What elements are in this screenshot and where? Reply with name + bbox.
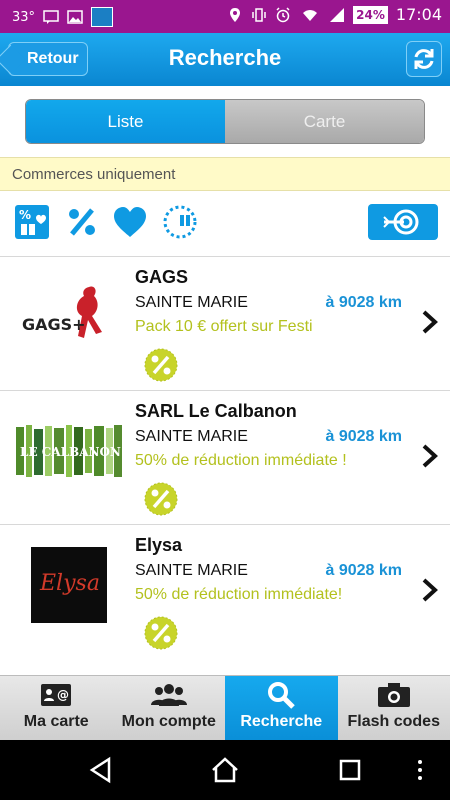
tab-ma-carte[interactable]: @ Ma carte	[0, 676, 113, 740]
tab-recherche[interactable]: Recherche	[225, 676, 338, 740]
list-view-tab[interactable]: Liste	[26, 100, 225, 143]
merchant-offer: 50% de réduction immédiate !	[135, 452, 347, 469]
discount-badge-icon	[144, 348, 178, 382]
merchant-offer: Pack 10 € offert sur Festi	[135, 318, 313, 335]
status-bar: 33° 24% 17:04	[0, 0, 450, 33]
app-icon	[91, 7, 114, 27]
tab-flash-codes[interactable]: Flash codes	[338, 676, 450, 740]
chevron-right-icon	[422, 310, 438, 334]
map-view-tab[interactable]: Carte	[225, 100, 424, 143]
gift-heart-filter[interactable]: %	[12, 202, 52, 242]
tab-label: Ma carte	[23, 713, 89, 730]
tab-label: Recherche	[240, 713, 323, 730]
recents-icon[interactable]	[334, 754, 366, 786]
chevron-right-icon	[422, 444, 438, 468]
list-item[interactable]: GAGS+ GAGS SAINTE MARIE à 9028 km Pack 1…	[0, 256, 450, 390]
merchant-city: SAINTE MARIE	[135, 562, 248, 579]
merchant-distance: à 9028 km	[325, 428, 402, 445]
merchant-city: SAINTE MARIE	[135, 294, 248, 311]
camera-icon	[377, 683, 410, 707]
target-icon	[383, 209, 419, 235]
gift-circle-filter[interactable]	[160, 202, 200, 242]
users-icon	[150, 684, 187, 706]
merchant-name: GAGS	[135, 267, 189, 287]
list-item[interactable]: Elysa Elysa SAINTE MARIE à 9028 km 50% d…	[0, 524, 450, 658]
heart-icon	[114, 207, 146, 237]
percent-icon	[69, 208, 95, 236]
location-icon	[230, 7, 241, 22]
signal-icon	[330, 7, 345, 22]
merchant-name: Elysa	[135, 535, 183, 555]
merchant-distance: à 9028 km	[325, 294, 402, 311]
discount-badge-icon	[144, 482, 178, 516]
merchant-logo-text: LE CALBANON	[20, 445, 121, 459]
filter-bar: %	[0, 202, 450, 244]
card-icon: @	[41, 684, 72, 706]
merchant-logo: Elysa	[14, 545, 124, 625]
vibrate-icon	[252, 7, 266, 22]
percent-filter[interactable]	[62, 202, 102, 242]
gift-heart-icon: %	[15, 205, 49, 239]
home-icon[interactable]	[209, 754, 241, 786]
message-icon	[43, 10, 59, 24]
svg-text:%: %	[19, 208, 31, 222]
merchant-logo-text: GAGS+	[22, 315, 86, 334]
tab-mon-compte[interactable]: Mon compte	[113, 676, 226, 740]
system-nav-bar	[0, 740, 450, 800]
tab-label: Mon compte	[121, 713, 216, 730]
merchant-logo: GAGS+	[14, 277, 124, 357]
filter-banner-text: Commerces uniquement	[12, 165, 176, 183]
clock: 17:04	[395, 5, 442, 24]
temperature: 33°	[12, 9, 36, 25]
refresh-button[interactable]	[406, 41, 442, 77]
merchant-logo-text: Elysa	[39, 571, 100, 596]
discount-badge-icon	[144, 616, 178, 650]
merchant-offer: 50% de réduction immédiate!	[135, 586, 343, 603]
filter-banner[interactable]: Commerces uniquement	[0, 157, 450, 191]
merchant-distance: à 9028 km	[325, 562, 402, 579]
results-list: GAGS+ GAGS SAINTE MARIE à 9028 km Pack 1…	[0, 256, 450, 658]
merchant-logo: LE CALBANON	[14, 411, 124, 491]
alarm-icon	[276, 6, 290, 22]
favorites-filter[interactable]	[110, 202, 150, 242]
svg-text:@: @	[57, 688, 69, 702]
list-item[interactable]: LE CALBANON SARL Le Calbanon SAINTE MARI…	[0, 390, 450, 524]
chevron-right-icon	[422, 578, 438, 602]
view-toggle: Liste Carte	[25, 99, 425, 144]
back-triangle-icon[interactable]	[85, 754, 117, 786]
merchant-city: SAINTE MARIE	[135, 428, 248, 445]
refresh-icon	[414, 49, 434, 69]
nearby-button[interactable]	[368, 204, 438, 240]
gift-circle-icon	[163, 205, 197, 239]
app-header: Retour Recherche	[0, 33, 450, 86]
tab-label: Flash codes	[347, 713, 440, 730]
merchant-name: SARL Le Calbanon	[135, 401, 297, 421]
bottom-tab-bar: @ Ma carte Mon compte Recherche Flash co…	[0, 675, 450, 740]
menu-dots-icon[interactable]	[412, 754, 428, 786]
battery-level: 24%	[353, 5, 388, 24]
image-icon	[67, 10, 83, 24]
wifi-icon	[303, 9, 318, 21]
search-icon	[268, 682, 296, 709]
back-label: Retour	[27, 50, 79, 67]
